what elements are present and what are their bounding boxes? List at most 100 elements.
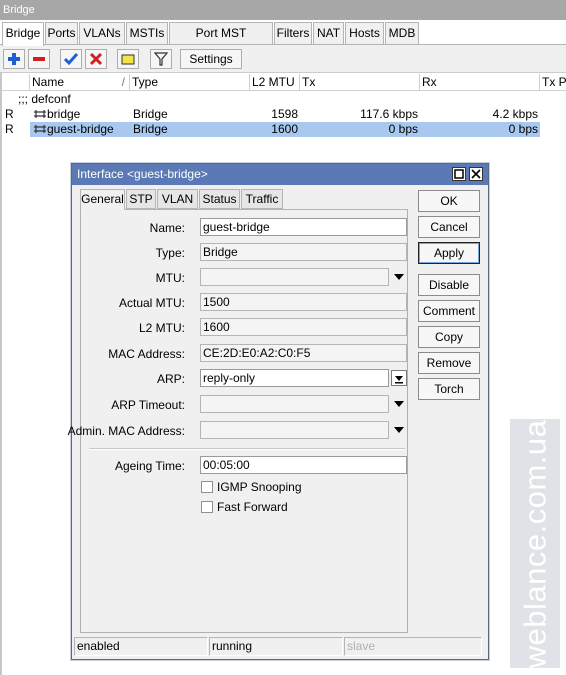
tab-vlan[interactable]: VLAN (157, 189, 198, 209)
torch-button[interactable]: Torch (418, 378, 480, 400)
left-border (0, 72, 2, 675)
remove-button[interactable] (28, 49, 50, 69)
apply-button[interactable]: Apply (418, 242, 480, 264)
row-tx: 117.6 kbps (360, 107, 418, 121)
col-l2mtu[interactable]: L2 MTU (250, 74, 300, 91)
tab-stp[interactable]: STP (126, 189, 156, 209)
general-panel: Name: guest-bridge Type: Bridge MTU: Act… (68, 209, 408, 633)
watermark: weblance.com.ua (510, 419, 560, 668)
tab-nat[interactable]: NAT (313, 22, 344, 44)
group-row: ;;; defconf (0, 92, 566, 107)
cancel-button[interactable]: Cancel (418, 216, 480, 238)
maximize-button[interactable] (452, 167, 466, 181)
name-label: Name: (149, 221, 185, 235)
row-name: bridge (47, 107, 81, 121)
disable-button[interactable] (85, 49, 107, 69)
l2-mtu-field: 1600 (200, 318, 407, 336)
divider (89, 448, 405, 450)
row-flag: R (5, 107, 14, 121)
admin-mac-dropdown-icon[interactable] (394, 427, 404, 433)
col-name[interactable]: Name / (30, 74, 130, 91)
col-tx[interactable]: Tx (300, 74, 420, 91)
row-rx: 0 bps (508, 122, 538, 136)
actual-mtu-field: 1500 (200, 293, 407, 311)
maximize-icon (454, 169, 464, 179)
watermark-text: weblance.com.ua (517, 419, 552, 668)
row-tx: 0 bps (388, 122, 418, 136)
copy-button[interactable]: Copy (418, 326, 480, 348)
col-rx[interactable]: Rx (420, 74, 540, 91)
tab-bridge[interactable]: Bridge (2, 22, 44, 46)
mac-field: CE:2D:E0:A2:C0:F5 (200, 344, 407, 362)
settings-button[interactable]: Settings (180, 49, 242, 69)
col-flag (0, 74, 30, 91)
ageing-input[interactable]: 00:05:00 (200, 456, 407, 474)
arp-timeout-label: ARP Timeout: (111, 398, 185, 412)
check-icon (64, 53, 78, 66)
arp-timeout-select[interactable] (200, 395, 389, 413)
bridge-icon (33, 107, 47, 122)
x-icon (89, 52, 103, 66)
status-slave: slave (344, 637, 482, 656)
arp-label: ARP: (156, 372, 185, 386)
tab-hosts[interactable]: Hosts (345, 22, 384, 44)
filter-button[interactable] (150, 49, 172, 69)
disable-button[interactable]: Disable (418, 274, 480, 296)
igmp-snooping-label: IGMP Snooping (217, 480, 302, 494)
remove-button[interactable]: Remove (418, 352, 480, 374)
comment-icon (121, 54, 135, 65)
mtu-select[interactable] (200, 268, 389, 286)
mtu-dropdown-icon[interactable] (394, 274, 404, 280)
table-row[interactable]: R guest-bridge Bridge 1600 0 bps 0 bps (0, 122, 566, 137)
comment-button[interactable] (117, 49, 139, 69)
mac-label: MAC Address: (108, 347, 185, 361)
tab-filters[interactable]: Filters (274, 22, 312, 44)
l2-mtu-label: L2 MTU: (138, 321, 185, 335)
row-name: guest-bridge (47, 122, 114, 136)
sort-icon: / (121, 75, 125, 89)
row-l2mtu: 1598 (271, 107, 298, 121)
row-type: Bridge (133, 107, 168, 121)
type-label: Type: (155, 246, 185, 260)
row-rx: 4.2 kbps (492, 107, 538, 121)
type-field: Bridge (200, 243, 407, 261)
close-icon (471, 169, 481, 179)
tab-traffic[interactable]: Traffic (241, 189, 283, 209)
add-button[interactable] (3, 49, 25, 69)
enable-button[interactable] (60, 49, 82, 69)
tab-ports[interactable]: Ports (45, 22, 78, 44)
status-running: running (209, 637, 343, 656)
ok-button[interactable]: OK (418, 190, 480, 212)
table-row[interactable]: R bridge Bridge 1598 117.6 kbps 4.2 kbps (0, 107, 566, 122)
name-input[interactable]: guest-bridge (200, 218, 407, 236)
main-tabs: Bridge Ports VLANs MSTIs Port MST Overri… (0, 22, 566, 61)
fast-forward-label: Fast Forward (217, 500, 288, 514)
col-txpackets[interactable]: Tx Pa (540, 74, 566, 91)
mtu-label: MTU: (155, 271, 185, 285)
row-flag: R (5, 122, 14, 136)
tab-status[interactable]: Status (199, 189, 240, 209)
admin-mac-label: Admin. MAC Address: (67, 424, 185, 438)
igmp-snooping-checkbox[interactable] (201, 481, 213, 493)
tab-port-mst-overrides[interactable]: Port MST Overrides (169, 22, 273, 61)
row-l2mtu: 1600 (271, 122, 298, 136)
window-title: Bridge (0, 0, 566, 20)
dialog-title: Interface <guest-bridge> (72, 164, 488, 185)
fast-forward-checkbox[interactable] (201, 501, 213, 513)
tab-general[interactable]: General (80, 189, 125, 210)
arp-timeout-dropdown-icon[interactable] (394, 401, 404, 407)
arp-dropdown-button[interactable] (391, 370, 407, 386)
tab-vlans[interactable]: VLANs (79, 22, 125, 44)
ageing-label: Ageing Time: (114, 459, 185, 473)
arp-select[interactable]: reply-only (200, 369, 389, 387)
toolbar: Settings (0, 44, 566, 72)
plus-icon (8, 53, 20, 65)
admin-mac-select[interactable] (200, 421, 389, 439)
status-enabled: enabled (74, 637, 208, 656)
comment-button[interactable]: Comment (418, 300, 480, 322)
close-button[interactable] (469, 167, 483, 181)
col-type[interactable]: Type (130, 74, 250, 91)
tab-mstis[interactable]: MSTIs (126, 22, 168, 44)
tab-mdb[interactable]: MDB (385, 22, 419, 44)
filter-icon (154, 52, 168, 66)
